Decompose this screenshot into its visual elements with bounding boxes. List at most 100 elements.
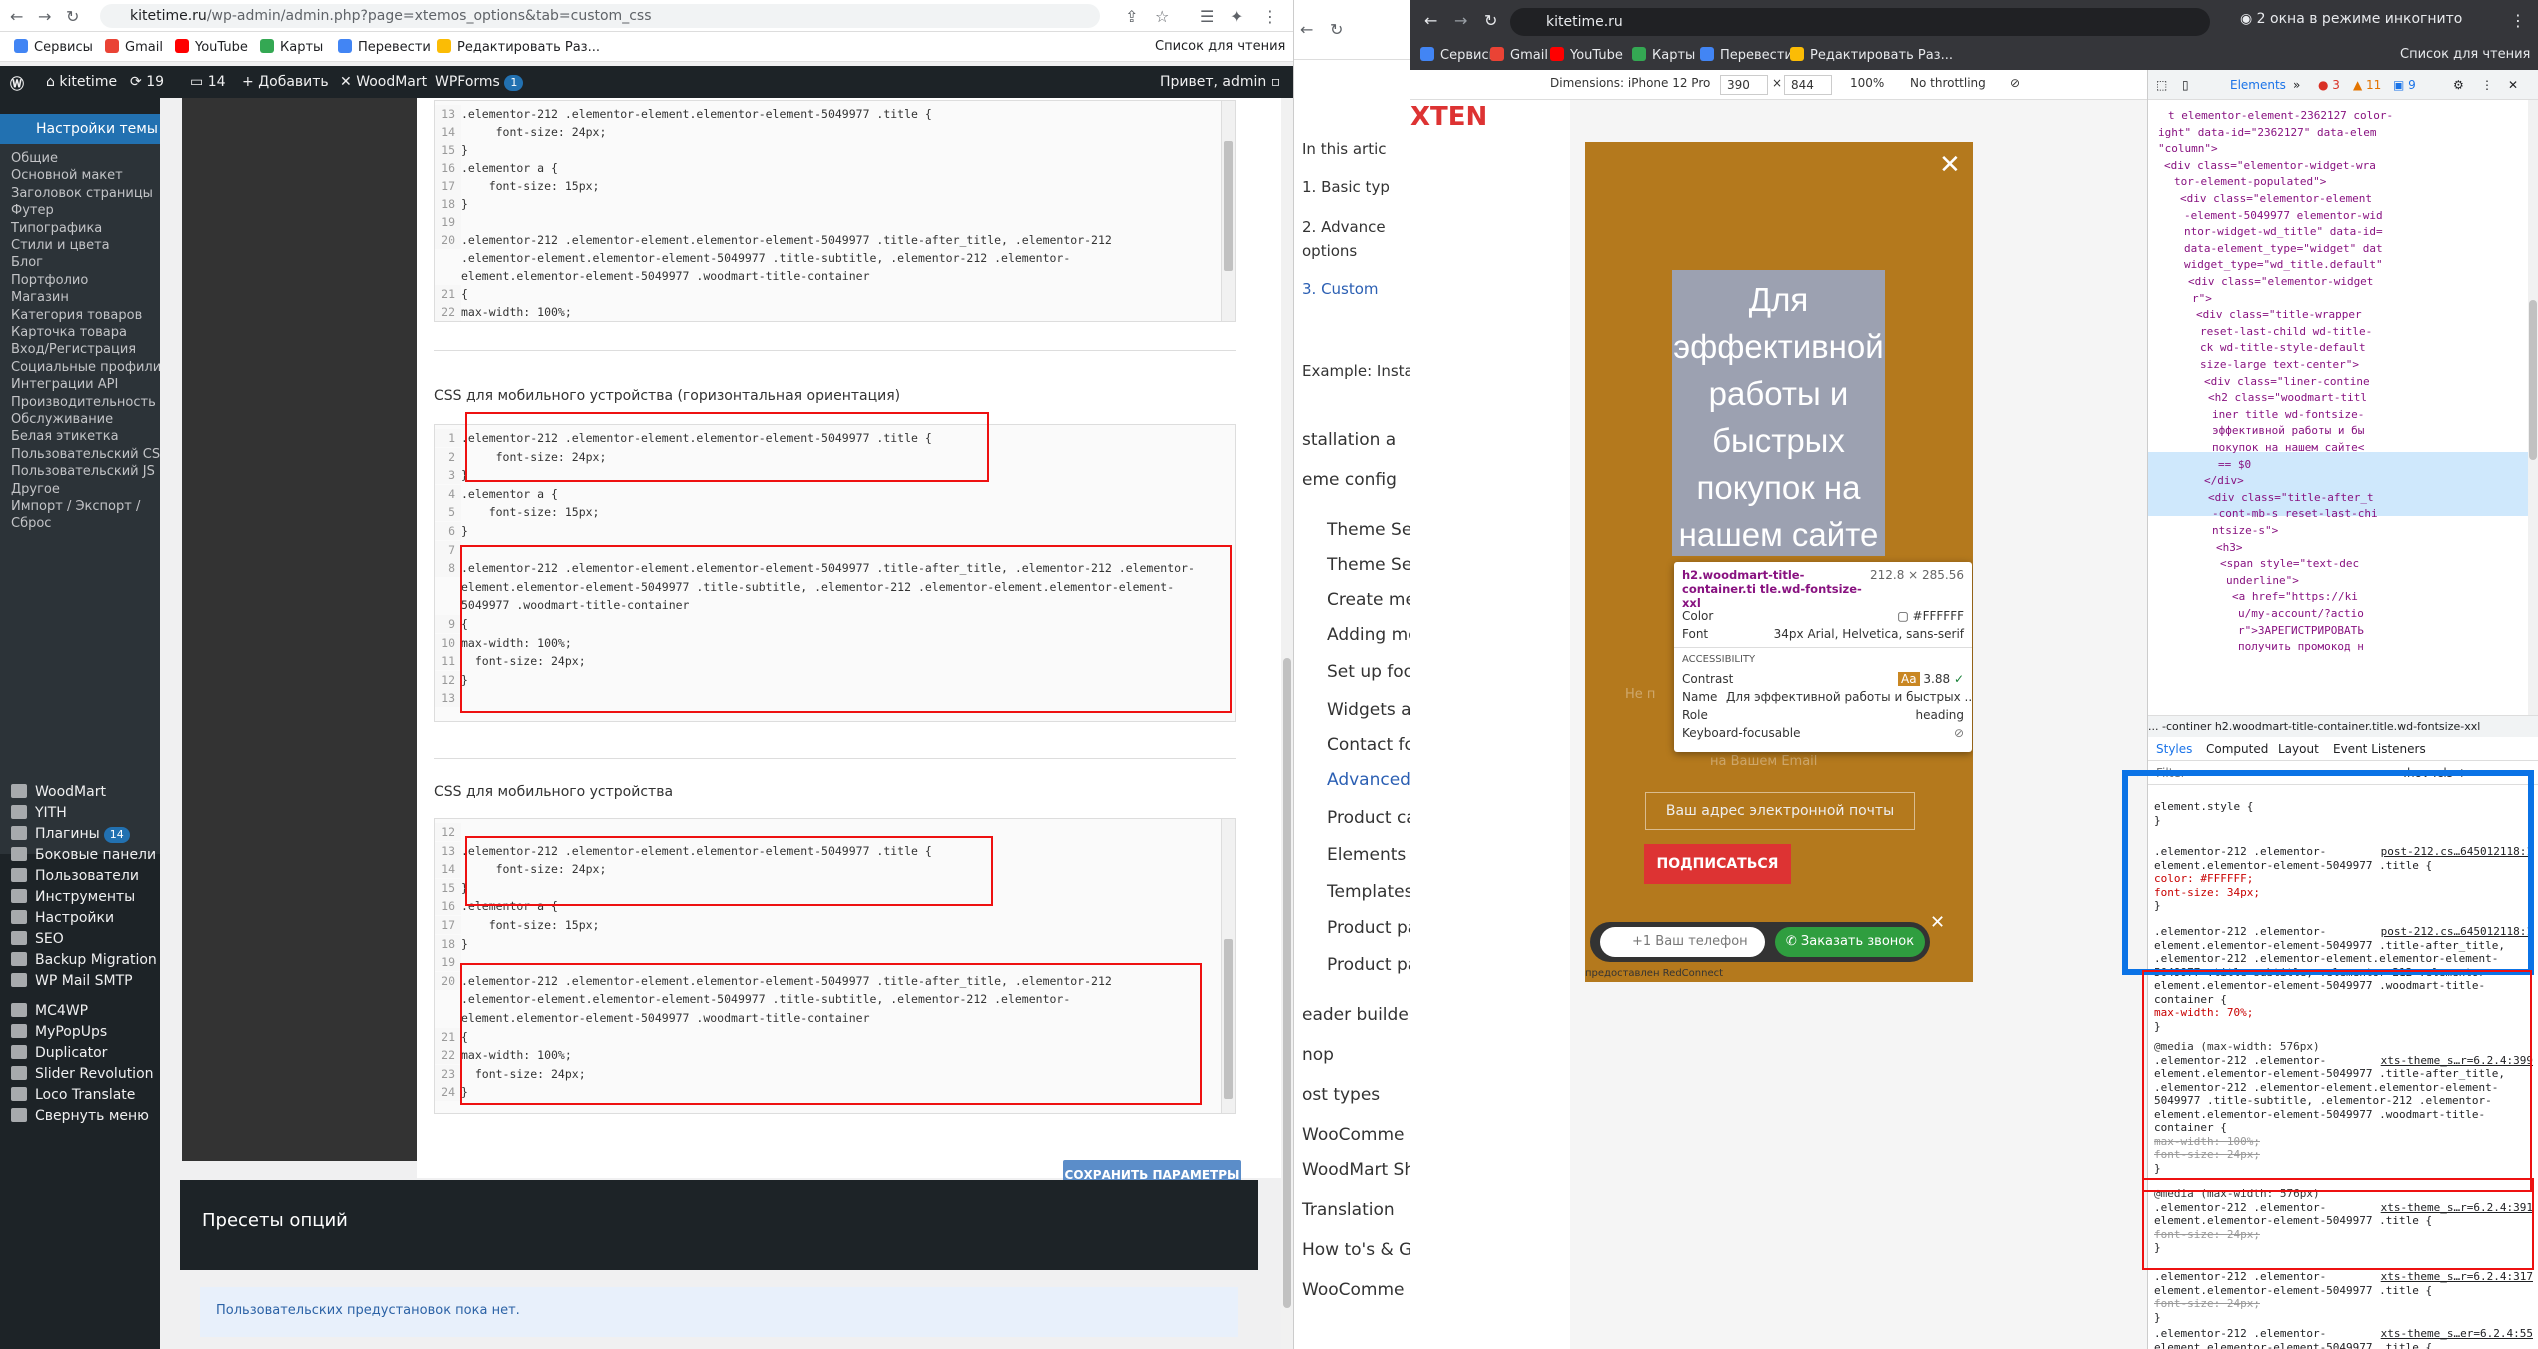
extensions-icon[interactable]: ✦	[1230, 7, 1243, 26]
sidebar-subitem[interactable]: Общие	[11, 151, 58, 166]
dom-node-line[interactable]: -cont-mb-s reset-last-chi	[2212, 506, 2378, 522]
bookmark-maps[interactable]: Карты	[260, 39, 323, 55]
star-icon[interactable]: ☆	[1155, 7, 1169, 26]
dom-node-line[interactable]: widget_type="wd_title.default"	[2184, 257, 2383, 273]
share-icon[interactable]: ⇪	[1125, 7, 1138, 26]
article-nav-item[interactable]: Product pa	[1327, 918, 1410, 938]
menu-icon[interactable]: ⋮	[2510, 11, 2526, 30]
sidebar-item[interactable]: Backup Migration	[11, 952, 157, 968]
sidebar-item[interactable]: YITH	[11, 805, 67, 821]
reading-list-icon[interactable]: ☰	[1200, 7, 1214, 26]
sidebar-item[interactable]: Плагины 14	[11, 826, 130, 843]
url-field[interactable]: kitetime.ru/wp-admin/admin.php?page=xtem…	[100, 4, 1100, 28]
dom-node-line[interactable]: "column">	[2158, 141, 2218, 157]
dom-node-line[interactable]: r">ЗАРЕГИСТРИРОВАТЬ	[2238, 623, 2364, 639]
sidebar-subitem[interactable]: Типографика	[11, 221, 102, 236]
article-nav-item[interactable]: Product pa	[1327, 955, 1410, 975]
subscribe-button[interactable]: ПОДПИСАТЬСЯ	[1644, 844, 1791, 884]
sidebar-subitem[interactable]: Магазин	[11, 290, 69, 305]
article-nav-item[interactable]: WoodMart Sh	[1302, 1160, 1410, 1180]
article-nav-item[interactable]: In this artic	[1302, 140, 1387, 158]
article-nav-item[interactable]: Templates	[1327, 882, 1410, 902]
sidebar-item[interactable]: SEO	[11, 931, 64, 947]
throttle-select[interactable]: No throttling	[1910, 76, 1986, 90]
sidebar-subitem[interactable]: Пользовательский CSS	[11, 447, 168, 462]
dom-node-line[interactable]: <a href="https://ki	[2232, 589, 2358, 605]
rule-source-link[interactable]: xts-theme_s…er=6.2.4:55	[2381, 1327, 2533, 1341]
errors-badge[interactable]: ● 3	[2318, 78, 2340, 92]
device-toggle-icon[interactable]: ▯	[2182, 78, 2189, 92]
bookmark-edit[interactable]: Редактировать Раз...	[437, 39, 600, 55]
site-name[interactable]: ⌂ kitetime	[46, 74, 117, 90]
article-nav-item[interactable]: Translation	[1302, 1200, 1395, 1220]
editor-scrollbar[interactable]	[1221, 101, 1235, 321]
add-new[interactable]: + Добавить	[242, 74, 329, 90]
bookmark-maps[interactable]: Карты	[1632, 47, 1695, 63]
dom-node-line[interactable]: <span style="text-dec	[2220, 556, 2359, 572]
dom-node-line[interactable]: u/my-account/?actio	[2238, 606, 2364, 622]
dom-node-line[interactable]: t elementor-element-2362127 color-	[2168, 108, 2393, 124]
css-editor-desktop[interactable]: 13 .elementor-212 .elementor-element.elem…	[434, 100, 1236, 322]
sidebar-item[interactable]: MC4WP	[11, 1003, 88, 1019]
reload-icon[interactable]: ↻	[1484, 11, 1497, 30]
close-icon[interactable]: ✕	[2508, 78, 2518, 92]
width-input[interactable]: 390	[1720, 75, 1768, 95]
article-nav-item[interactable]: Create me	[1327, 590, 1410, 610]
reload-icon[interactable]: ↻	[1330, 20, 1343, 39]
dom-node-line[interactable]: <div class="liner-contine	[2204, 374, 2370, 390]
dom-node-line[interactable]: ntsize-s">	[2212, 523, 2278, 539]
info-badge[interactable]: ▣ 9	[2393, 78, 2416, 92]
sidebar-subitem[interactable]: Обслуживание	[11, 412, 113, 427]
updates[interactable]: ⟳ 19	[130, 74, 164, 90]
sidebar-item[interactable]: WP Mail SMTP	[11, 973, 133, 989]
device-select[interactable]: Dimensions: iPhone 12 Pro	[1550, 76, 1710, 90]
call-button[interactable]: ✆ Заказать звонок	[1775, 927, 1925, 957]
dom-node-line[interactable]: -element-5049977 elementor-wid	[2184, 208, 2383, 224]
dom-node-line[interactable]: ck wd-title-style-default	[2200, 340, 2366, 356]
article-nav-item[interactable]: eader builde	[1302, 1005, 1409, 1025]
tab-elements[interactable]: Elements	[2230, 78, 2286, 92]
editor-scrollbar[interactable]	[1221, 819, 1235, 1113]
back-icon[interactable]: ←	[1300, 20, 1313, 39]
more-tabs-icon[interactable]: »	[2293, 78, 2300, 92]
dom-node-line[interactable]: iner title wd-fontsize-	[2212, 407, 2364, 423]
account-greeting[interactable]: Привет, admin ▫	[1160, 74, 1280, 90]
incognito-indicator[interactable]: ◉ 2 окна в режиме инкогнито	[2240, 11, 2462, 27]
bookmark-edit[interactable]: Редактировать Раз...	[1790, 47, 1953, 63]
article-nav-item[interactable]: WooComme	[1302, 1125, 1404, 1145]
css-declaration[interactable]: font-size: 24px;	[2154, 1297, 2260, 1311]
reading-list[interactable]: Список для чтения	[2400, 47, 2530, 62]
sidebar-item[interactable]: Loco Translate	[11, 1087, 135, 1103]
dom-node-line[interactable]: <div class="title-after_t	[2208, 490, 2374, 506]
article-nav-item[interactable]: options	[1302, 242, 1357, 260]
dom-node-line[interactable]: эффективной работы и бы	[2212, 423, 2364, 439]
bookmark-youtube[interactable]: YouTube	[175, 39, 248, 55]
dom-node-line[interactable]: tor-element-populated">	[2174, 174, 2326, 190]
zoom-select[interactable]: 100%	[1850, 76, 1884, 90]
sidebar-subitem[interactable]: Белая этикетка	[11, 429, 119, 444]
rotate-icon[interactable]: ⊘	[2010, 76, 2020, 90]
page-scrollbar[interactable]	[1281, 98, 1293, 1349]
sidebar-subitem[interactable]: Категория товаров	[11, 308, 142, 323]
close-icon[interactable]: ✕	[1930, 912, 1945, 933]
bookmark-services[interactable]: Сервисы	[14, 39, 93, 55]
dom-node-line[interactable]: r">	[2192, 291, 2212, 307]
sidebar-subitem[interactable]: Пользовательский JS	[11, 464, 155, 479]
bookmark-translate[interactable]: Перевести	[1700, 47, 1793, 63]
article-nav-item[interactable]: ost types	[1302, 1085, 1380, 1105]
article-nav-item[interactable]: Product ca	[1327, 808, 1410, 828]
sidebar-item[interactable]: WoodMart	[11, 784, 106, 800]
wpforms-link[interactable]: WPForms 1	[435, 74, 524, 91]
dom-node-line[interactable]: <div class="elementor-widget	[2188, 274, 2373, 290]
sidebar-subitem[interactable]: Заголовок страницы	[11, 186, 153, 201]
bookmark-gmail[interactable]: Gmail	[1490, 47, 1548, 63]
woodmart-link[interactable]: ✕ WoodMart	[340, 74, 427, 90]
article-nav-item[interactable]: Example: Insta	[1302, 362, 1410, 380]
sidebar-item[interactable]: Настройки	[11, 910, 114, 926]
wordpress-logo-icon[interactable]: Ⓦ	[10, 74, 24, 94]
forward-icon[interactable]: →	[38, 7, 51, 26]
bookmark-youtube[interactable]: YouTube	[1550, 47, 1623, 63]
sidebar-item[interactable]: Инструменты	[11, 889, 135, 905]
breadcrumb[interactable]: ... -continer h2.woodmart-title-containe…	[2148, 715, 2538, 737]
reload-icon[interactable]: ↻	[66, 7, 79, 26]
